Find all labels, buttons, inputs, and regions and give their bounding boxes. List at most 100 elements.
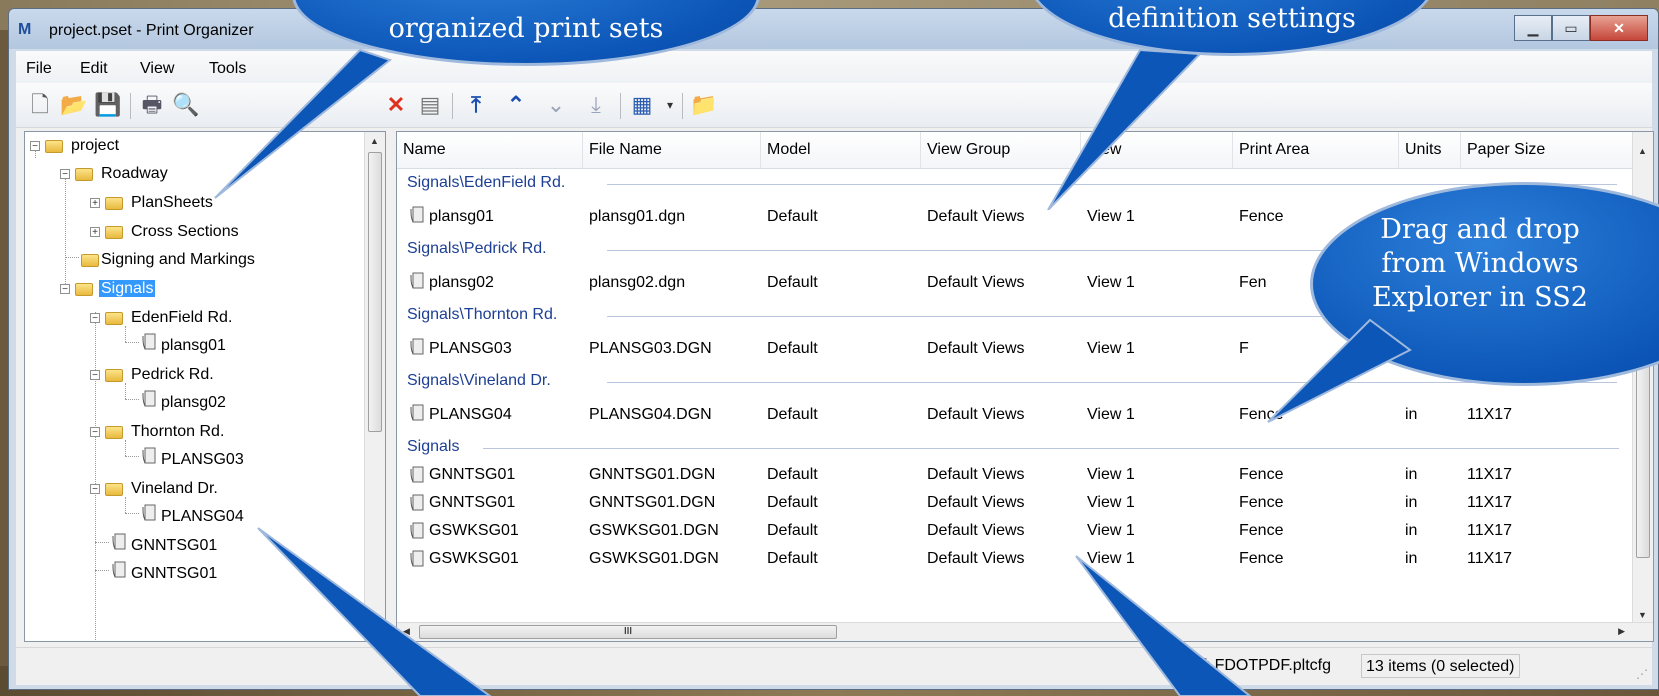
scroll-right-icon[interactable]: ▶ (1618, 626, 1625, 637)
scroll-up-icon[interactable]: ▲ (1638, 146, 1647, 156)
cell-name: plansg02 (429, 274, 494, 291)
folder-open-icon (75, 283, 93, 296)
minimize-button[interactable]: ▁ (1514, 15, 1552, 41)
group-header[interactable]: Signals\EdenField Rd. (407, 174, 565, 194)
column-header-file-name[interactable]: File Name (583, 132, 761, 168)
table-row[interactable]: GNNTSG01 GNNTSG01.DGN Default Default Views… (397, 490, 1633, 518)
save-icon[interactable]: 💾 (94, 91, 122, 119)
print-sheet-icon (142, 447, 156, 464)
collapse-toggle[interactable]: − (90, 484, 100, 495)
folder-icon (105, 226, 123, 239)
print-icon[interactable]: 🖶 (138, 91, 166, 119)
move-top-icon[interactable]: ⤒ (462, 91, 490, 119)
expand-toggle[interactable]: + (90, 227, 100, 238)
tree-item-signals[interactable]: Signals (99, 280, 156, 297)
group-header[interactable]: Signals (407, 438, 459, 458)
move-down-icon[interactable]: ⌄ (542, 91, 570, 119)
collapse-toggle[interactable]: − (60, 169, 70, 180)
print-sheet-icon (410, 466, 424, 483)
collapse-toggle[interactable]: − (90, 427, 100, 438)
cell-file-name: GNNTSG01.DGN (589, 494, 716, 511)
cell-view: View 1 (1087, 208, 1135, 225)
collapse-toggle[interactable]: − (60, 284, 70, 295)
tree-item-roadway[interactable]: Roadway (101, 160, 168, 188)
table-row[interactable]: GSWKSG01 GSWKSG01.DGN Default Default Views… (397, 546, 1633, 574)
folder-icon (81, 254, 99, 267)
tree-item-edenfield[interactable]: EdenField Rd. (131, 304, 232, 332)
print-organizer-icon[interactable]: M (18, 21, 38, 39)
tree-item-vineland[interactable]: Vineland Dr. (131, 475, 218, 503)
tree-item-gnntsg01-2[interactable]: GNNTSG01 (131, 560, 217, 588)
expand-toggle[interactable]: + (90, 198, 100, 209)
folder-up-icon[interactable]: 📁 (690, 91, 718, 119)
cell-model: Default (767, 274, 818, 291)
scroll-down-icon[interactable]: ▼ (1638, 610, 1647, 620)
collapse-toggle[interactable]: − (30, 141, 40, 152)
tree-item-plansg04[interactable]: PLANSG04 (161, 503, 244, 531)
column-header-units[interactable]: Units (1399, 132, 1461, 168)
cell-print-area: Fence (1239, 208, 1284, 225)
cell-print-area: Fence (1239, 522, 1284, 539)
tree-item-pedrick[interactable]: Pedrick Rd. (131, 361, 214, 389)
resize-grip-icon[interactable]: ⋰ (1636, 667, 1648, 681)
print-sheet-icon (142, 333, 156, 350)
folder-icon (105, 483, 123, 496)
table-row[interactable]: GNNTSG01 GNNTSG01.DGN Default Default Views… (397, 462, 1633, 490)
table-row[interactable]: PLANSG04 PLANSG04.DGN Default Default Views… (397, 396, 1633, 436)
maximize-button[interactable]: ▭ (1552, 15, 1590, 41)
move-bottom-icon[interactable]: ⤓ (582, 91, 610, 119)
callout-text: from Windows (1381, 248, 1579, 279)
group-header[interactable]: Signals\Pedrick Rd. (407, 240, 547, 260)
column-view-icon[interactable]: ▦ (628, 91, 656, 119)
maximize-icon: ▭ (1564, 19, 1578, 36)
tree-item-plansg02[interactable]: plansg02 (161, 389, 226, 417)
cell-paper-size: 11X17 (1467, 522, 1513, 539)
close-button[interactable]: ✕ (1590, 15, 1648, 41)
column-header-print-area[interactable]: Print Area (1233, 132, 1399, 168)
properties-icon[interactable]: ▤ (416, 91, 444, 119)
folder-icon (45, 140, 63, 153)
table-row[interactable]: GSWKSG01 GSWKSG01.DGN Default Default Views… (397, 518, 1633, 546)
cell-paper-size: 11X17 (1467, 494, 1513, 511)
cell-units: in (1405, 466, 1418, 483)
cell-view-group: Default Views (927, 494, 1025, 511)
folder-icon (105, 426, 123, 439)
group-header[interactable]: Signals\Vineland Dr. (407, 372, 551, 392)
column-header-paper-size[interactable]: Paper Size (1461, 132, 1633, 168)
cell-print-area: Fen (1239, 274, 1267, 291)
menu-edit[interactable]: Edit (80, 60, 108, 78)
cell-file-name: GSWKSG01.DGN (589, 550, 719, 567)
tree-item-gnntsg01[interactable]: GNNTSG01 (131, 532, 217, 560)
cell-paper-size: 11X17 (1467, 406, 1513, 423)
menu-file[interactable]: File (26, 60, 52, 78)
tree-item-thornton[interactable]: Thornton Rd. (131, 418, 224, 446)
chevron-down-icon[interactable]: ▾ (656, 91, 684, 119)
tree-item-cross-sections[interactable]: Cross Sections (131, 218, 239, 246)
cell-view-group: Default Views (927, 466, 1025, 483)
collapse-toggle[interactable]: − (90, 313, 100, 324)
group-header[interactable]: Signals\Thornton Rd. (407, 306, 557, 326)
tree-item-project[interactable]: project (71, 132, 119, 160)
cell-file-name: plansg01.dgn (589, 208, 686, 225)
column-header-name[interactable]: Name (397, 132, 583, 168)
tree-item-signing-markings[interactable]: Signing and Markings (101, 246, 255, 274)
print-sheet-icon (410, 338, 424, 355)
column-header-model[interactable]: Model (761, 132, 921, 168)
tree-item-plansg01[interactable]: plansg01 (161, 332, 226, 360)
cell-view: View 1 (1087, 340, 1135, 357)
preview-icon[interactable]: 🔍 (172, 91, 200, 119)
folder-icon (105, 197, 123, 210)
window-title: project.pset - Print Organizer (49, 22, 254, 39)
move-up-icon[interactable]: ⌃ (502, 91, 530, 119)
cell-paper-size: 11X17 (1467, 550, 1513, 567)
menu-view[interactable]: View (140, 60, 174, 78)
new-file-icon[interactable]: 🗋 (26, 91, 54, 119)
cell-view: View 1 (1087, 274, 1135, 291)
list-horizontal-scrollbar[interactable]: ◀ III ▶ (397, 622, 1653, 641)
cell-view: View 1 (1087, 406, 1135, 423)
open-folder-icon[interactable]: 📂 (60, 91, 88, 119)
collapse-toggle[interactable]: − (90, 370, 100, 381)
tree-item-plansg03[interactable]: PLANSG03 (161, 446, 244, 474)
callout-text: definition settings (1108, 3, 1356, 34)
cell-model: Default (767, 550, 818, 567)
